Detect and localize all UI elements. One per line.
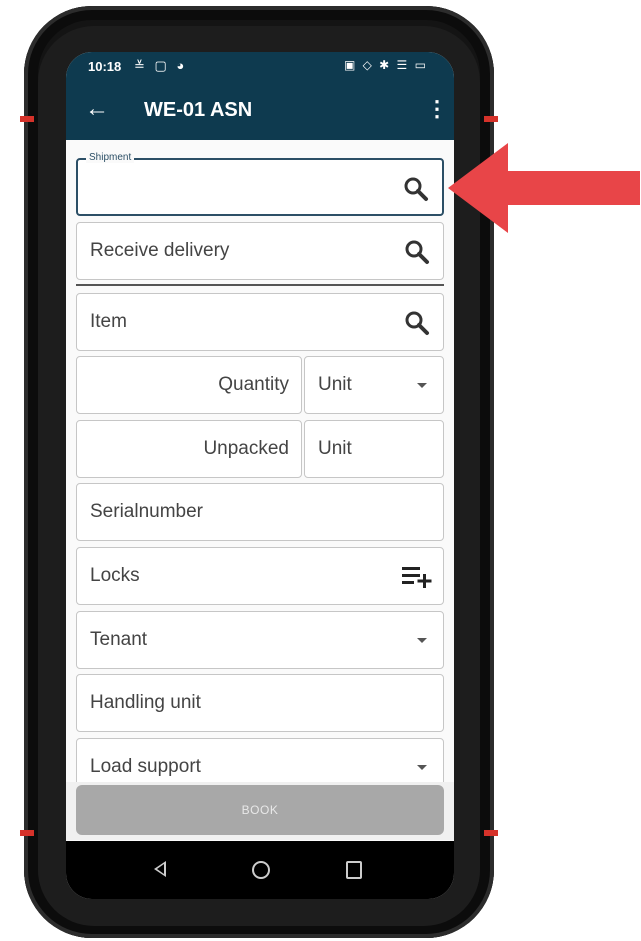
pointer-arrow-icon <box>448 143 640 233</box>
system-status-icons: ▣ ◇ ✱ ☰ ▭ <box>343 58 428 72</box>
dropdown-arrow-icon <box>417 765 427 770</box>
receive-delivery-input[interactable]: Receive delivery <box>76 222 444 280</box>
receive-delivery-label: Receive delivery <box>90 240 230 261</box>
quantity-unit-select[interactable]: Unit <box>304 356 444 414</box>
overflow-menu-icon[interactable]: ⋮ <box>426 96 448 122</box>
search-icon[interactable] <box>402 175 430 203</box>
nav-back-icon[interactable] <box>154 861 166 877</box>
status-bar: 10:18 ≚ ▢ ◕ ▣ ◇ ✱ ☰ ▭ <box>66 52 454 82</box>
form-content: Shipment Receive delivery Item Quantity … <box>66 140 454 840</box>
load-support-label: Load support <box>90 756 201 777</box>
page-title: WE-01 ASN <box>144 99 253 121</box>
serialnumber-label: Serialnumber <box>90 501 203 522</box>
search-icon[interactable] <box>403 309 431 337</box>
nav-home-icon[interactable] <box>252 861 270 879</box>
dropdown-arrow-icon <box>417 383 427 388</box>
serialnumber-input[interactable]: Serialnumber <box>76 483 444 541</box>
quantity-input[interactable]: Quantity <box>76 356 302 414</box>
tenant-select[interactable]: Tenant <box>76 611 444 669</box>
device-accent-stripe <box>20 830 34 836</box>
unpacked-unit-label: Unit <box>318 438 352 459</box>
locks-input[interactable]: Locks <box>76 547 444 605</box>
unpacked-label: Unpacked <box>203 438 289 459</box>
device-accent-stripe <box>20 116 34 122</box>
app-bar: ← WE-01 ASN ⋮ <box>66 82 454 140</box>
item-input[interactable]: Item <box>76 293 444 351</box>
unpacked-unit-field[interactable]: Unit <box>304 420 444 478</box>
handling-unit-input[interactable]: Handling unit <box>76 674 444 732</box>
system-nav-bar <box>66 841 454 899</box>
quantity-label: Quantity <box>218 374 289 395</box>
back-arrow-icon[interactable]: ← <box>82 94 112 124</box>
add-to-list-icon[interactable] <box>401 564 435 590</box>
search-icon[interactable] <box>403 238 431 266</box>
locks-label: Locks <box>90 565 140 586</box>
item-label: Item <box>90 311 127 332</box>
handling-unit-label: Handling unit <box>90 692 201 713</box>
device-accent-stripe <box>484 830 498 836</box>
notification-icons: ≚ ▢ ◕ <box>134 58 188 73</box>
tenant-label: Tenant <box>90 629 148 650</box>
section-divider <box>76 284 444 286</box>
phone-screen: 10:18 ≚ ▢ ◕ ▣ ◇ ✱ ☰ ▭ ← WE-01 ASN ⋮ Ship… <box>66 52 454 899</box>
book-button[interactable]: BOOK <box>76 785 444 835</box>
shipment-label: Shipment <box>86 152 135 163</box>
nav-recents-icon[interactable] <box>346 861 362 879</box>
dropdown-arrow-icon <box>417 638 427 643</box>
device-accent-stripe <box>484 116 498 122</box>
quantity-unit-label: Unit <box>318 374 352 395</box>
status-time: 10:18 <box>88 59 122 74</box>
unpacked-input[interactable]: Unpacked <box>76 420 302 478</box>
shipment-input[interactable]: Shipment <box>76 152 444 216</box>
